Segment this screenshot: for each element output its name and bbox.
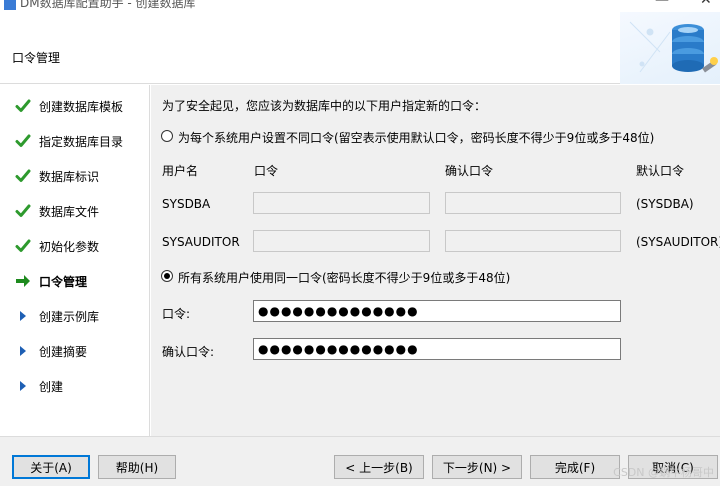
step-label: 创建摘要 <box>39 344 88 359</box>
check-icon <box>14 133 32 149</box>
radio-same-password[interactable] <box>161 270 173 282</box>
sysdba-confirm-field[interactable] <box>445 192 621 214</box>
next-button[interactable]: 下一步(N) > <box>432 455 522 479</box>
check-icon <box>14 98 32 114</box>
confirm-password-label: 确认口令: <box>162 345 215 359</box>
sysauditor-confirm-field[interactable] <box>445 230 621 252</box>
sysauditor-password-field[interactable] <box>253 230 430 252</box>
wizard-footer: 关于(A) 帮助(H) < 上一步(B) 下一步(N) > 完成(F) 取消(C… <box>0 436 720 486</box>
database-icon <box>629 21 718 73</box>
step-label: 创建 <box>39 379 64 394</box>
check-icon <box>14 238 32 254</box>
about-button[interactable]: 关于(A) <box>12 455 90 479</box>
check-icon <box>14 168 32 184</box>
step-label: 数据库文件 <box>39 204 100 219</box>
step-db-identifier: 数据库标识 <box>14 166 99 186</box>
window-title: DM数据库配置助手 - 创建数据库 <box>4 0 196 11</box>
step-label: 指定数据库目录 <box>39 134 124 149</box>
arrow-right-icon <box>14 274 32 288</box>
step-password-mgmt: 口令管理 <box>14 271 87 291</box>
database-banner <box>620 12 720 84</box>
sysdba-password-field[interactable] <box>253 192 430 214</box>
check-icon <box>14 203 32 219</box>
confirm-password-input[interactable]: ●●●●●●●●●●●●●● <box>253 338 621 360</box>
password-input[interactable]: ●●●●●●●●●●●●●● <box>253 300 621 322</box>
wizard-header: 口令管理 <box>0 12 720 84</box>
step-label: 口令管理 <box>39 274 88 289</box>
wizard-steps-sidebar: 创建数据库模板 指定数据库目录 数据库标识 数据库文件 初始化参数 口令管理 创… <box>0 85 150 436</box>
prev-button[interactable]: < 上一步(B) <box>334 455 424 479</box>
radio-separate-passwords[interactable] <box>161 130 173 142</box>
intro-text: 为了安全起见，您应该为数据库中的以下用户指定新的口令： <box>162 99 487 113</box>
step-label: 创建示例库 <box>39 309 100 324</box>
triangle-right-icon <box>14 310 32 322</box>
step-sample-db: 创建示例库 <box>14 306 99 326</box>
col-header-confirm: 确认口令 <box>445 164 494 178</box>
user-name-sysauditor: SYSAUDITOR <box>162 235 240 249</box>
title-bar: DM数据库配置助手 - 创建数据库 — ✕ <box>0 0 720 12</box>
step-label: 创建数据库模板 <box>39 99 124 114</box>
triangle-right-icon <box>14 345 32 357</box>
password-label: 口令: <box>162 307 191 321</box>
step-label: 数据库标识 <box>39 169 100 184</box>
step-summary: 创建摘要 <box>14 341 87 361</box>
sysauditor-default-password: (SYSAUDITOR) <box>636 235 720 249</box>
password-panel: 为了安全起见，您应该为数据库中的以下用户指定新的口令： 为每个系统用户设置不同口… <box>151 85 720 436</box>
watermark-text: CSDN @蜗牛杨哥中 <box>613 466 714 479</box>
page-title: 口令管理 <box>12 51 61 65</box>
step-create: 创建 <box>14 376 63 396</box>
col-header-user: 用户名 <box>162 164 199 178</box>
app-icon <box>4 0 16 10</box>
user-name-sysdba: SYSDBA <box>162 197 211 211</box>
step-label: 初始化参数 <box>39 239 100 254</box>
close-button[interactable]: ✕ <box>700 0 712 8</box>
col-header-default: 默认口令 <box>636 164 685 178</box>
step-db-files: 数据库文件 <box>14 201 99 221</box>
col-header-password: 口令 <box>254 164 279 178</box>
step-db-directory: 指定数据库目录 <box>14 131 123 151</box>
step-init-params: 初始化参数 <box>14 236 99 256</box>
help-button[interactable]: 帮助(H) <box>98 455 176 479</box>
finish-button[interactable]: 完成(F) <box>530 455 620 479</box>
minimize-button[interactable]: — <box>655 0 669 8</box>
triangle-right-icon <box>14 380 32 392</box>
step-create-template: 创建数据库模板 <box>14 96 123 116</box>
radio-separate-label[interactable]: 为每个系统用户设置不同口令(留空表示使用默认口令，密码长度不得少于9位或多于48… <box>178 129 654 146</box>
sysdba-default-password: (SYSDBA) <box>636 197 694 211</box>
radio-same-label[interactable]: 所有系统用户使用同一口令(密码长度不得少于9位或多于48位) <box>178 269 510 286</box>
